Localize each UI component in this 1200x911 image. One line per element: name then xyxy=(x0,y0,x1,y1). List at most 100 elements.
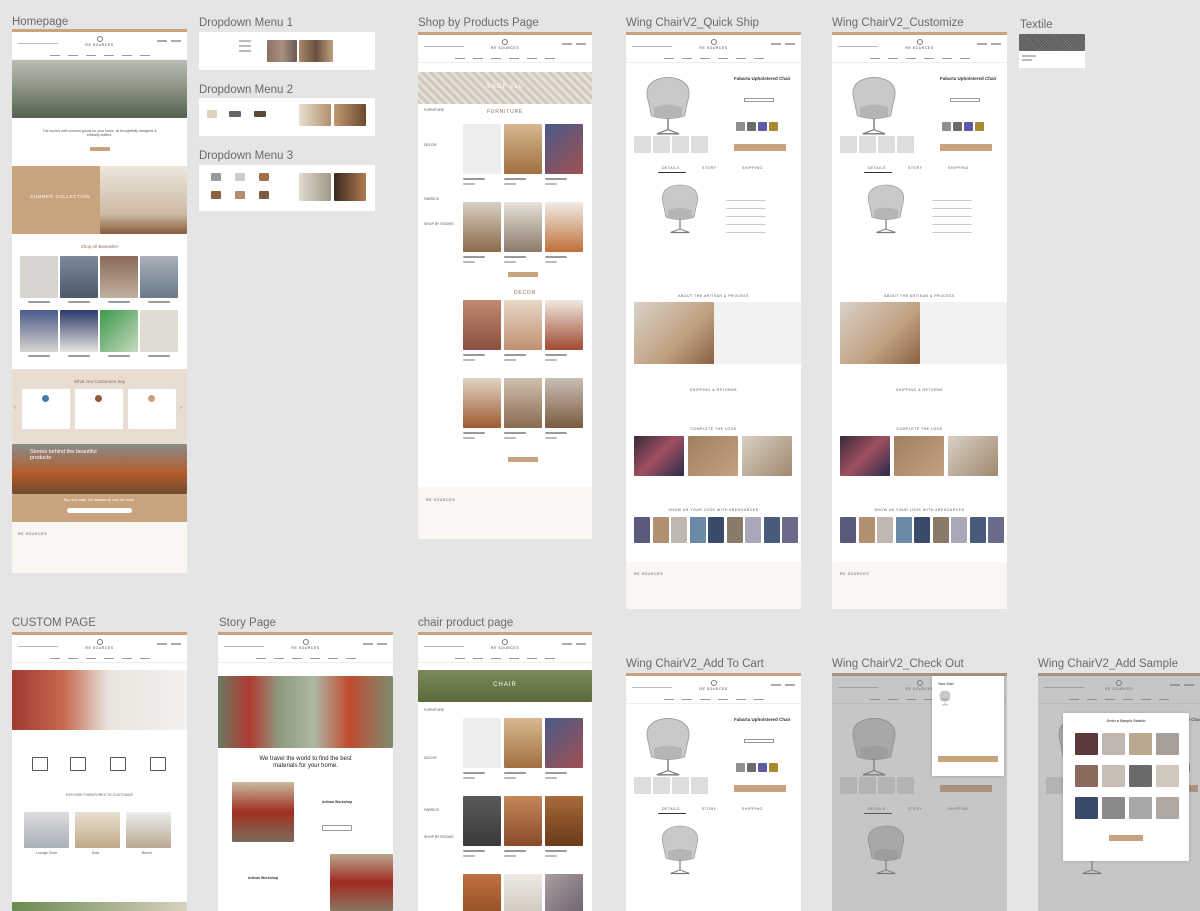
color-swatch[interactable] xyxy=(747,763,756,772)
main-nav[interactable] xyxy=(626,57,801,59)
product-thumbnail[interactable] xyxy=(653,777,670,794)
nav-item[interactable] xyxy=(717,698,728,700)
social-photo[interactable] xyxy=(763,517,780,543)
color-swatch[interactable] xyxy=(964,122,973,131)
product-thumbnail[interactable] xyxy=(634,777,651,794)
frame-title-add-to-cart[interactable]: Wing ChairV2_Add To Cart xyxy=(626,658,764,670)
bestseller-image[interactable] xyxy=(20,256,58,298)
product-card-image[interactable] xyxy=(504,874,542,911)
header-link[interactable] xyxy=(991,43,1001,45)
filter-decor[interactable]: DECOR xyxy=(424,143,437,147)
product-card-image[interactable] xyxy=(545,124,583,174)
sample-swatch[interactable] xyxy=(1075,733,1098,755)
menu-item-chair[interactable] xyxy=(207,110,217,118)
dropdown-menu-1[interactable] xyxy=(199,32,375,70)
dropdown-image[interactable] xyxy=(334,173,366,201)
social-photo[interactable] xyxy=(877,517,893,543)
menu-item[interactable] xyxy=(211,173,221,181)
filter-fabrics[interactable]: FABRICS xyxy=(424,808,439,812)
social-photo[interactable] xyxy=(969,517,986,543)
product-thumbnail[interactable] xyxy=(840,136,857,153)
brand-logo[interactable]: RE SOURCES xyxy=(699,680,727,691)
frame-title-dropdown-3[interactable]: Dropdown Menu 3 xyxy=(199,150,293,162)
frame-title-custom-page[interactable]: CUSTOM PAGE xyxy=(12,617,96,629)
main-nav[interactable] xyxy=(626,698,801,700)
color-swatch[interactable] xyxy=(975,122,984,131)
color-swatch[interactable] xyxy=(758,122,767,131)
nav-item[interactable] xyxy=(905,57,916,59)
header-link[interactable] xyxy=(785,43,795,45)
complete-look-item[interactable] xyxy=(742,436,792,476)
sample-swatch[interactable] xyxy=(1102,797,1125,819)
menu-item[interactable] xyxy=(235,173,245,181)
product-card-title[interactable] xyxy=(504,178,526,180)
nav-item[interactable] xyxy=(887,57,898,59)
complete-look-item[interactable] xyxy=(948,436,998,476)
menu-item-bench[interactable] xyxy=(254,111,266,117)
nav-item[interactable] xyxy=(663,57,674,59)
add-to-cart-button[interactable] xyxy=(734,144,786,151)
view-more-button[interactable] xyxy=(508,457,538,462)
delivery-icon[interactable] xyxy=(150,757,166,771)
product-card-image[interactable] xyxy=(504,202,542,252)
header-link[interactable] xyxy=(771,43,781,45)
brand-logo[interactable]: RE SOURCES xyxy=(699,39,727,50)
order-sample-button[interactable] xyxy=(1109,835,1143,841)
chair-product-frame[interactable]: RE SOURCES CHAIR FURNITURE DECOR FABRICS… xyxy=(418,632,592,911)
frame-title-textile[interactable]: Textile xyxy=(1020,19,1053,31)
bestseller-image[interactable] xyxy=(60,310,98,352)
nav-item[interactable] xyxy=(753,57,764,59)
color-swatch[interactable] xyxy=(736,122,745,131)
main-nav[interactable] xyxy=(12,54,187,56)
hero-shop-button[interactable] xyxy=(90,147,110,151)
chevron-right-icon[interactable]: › xyxy=(180,405,182,411)
sample-modal[interactable]: Order a Sample Swatch xyxy=(1063,713,1189,861)
frame-title-homepage[interactable]: Homepage xyxy=(12,16,68,28)
product-card-title[interactable] xyxy=(504,354,526,356)
product-card-image[interactable] xyxy=(504,378,542,428)
filter-fabrics[interactable]: FABRICS xyxy=(424,197,439,201)
filter-decor[interactable]: DECOR xyxy=(424,756,437,760)
sample-swatch[interactable] xyxy=(1102,765,1125,787)
frame-title-dropdown-2[interactable]: Dropdown Menu 2 xyxy=(199,84,293,96)
newsletter-email-input[interactable] xyxy=(67,508,132,513)
product-thumbnail[interactable] xyxy=(634,136,651,153)
frame-title-quick-ship[interactable]: Wing ChairV2_Quick Ship xyxy=(626,17,759,29)
dropdown-menu-2[interactable] xyxy=(199,98,375,136)
homepage-frame[interactable]: RE SOURCES The world's well sourced good… xyxy=(12,29,187,573)
textile-frame[interactable] xyxy=(1019,34,1085,68)
product-thumbnail[interactable] xyxy=(897,136,914,153)
product-card-title[interactable] xyxy=(504,772,526,774)
story-page-frame[interactable]: RE SOURCES We travel the world to find t… xyxy=(218,632,393,911)
social-photo[interactable] xyxy=(951,517,967,543)
product-card-title[interactable] xyxy=(463,178,485,180)
product-card-image[interactable] xyxy=(463,874,501,911)
checkout-button[interactable] xyxy=(938,756,998,762)
nav-item[interactable] xyxy=(699,57,710,59)
lounge-chair-image[interactable] xyxy=(24,812,69,848)
add-to-cart-button[interactable] xyxy=(940,144,992,151)
sample-swatch[interactable] xyxy=(1156,733,1179,755)
quantity-stepper[interactable] xyxy=(744,739,774,743)
brand-logo[interactable]: RE SOURCES xyxy=(85,36,113,47)
sample-swatch[interactable] xyxy=(1075,765,1098,787)
bestseller-image[interactable] xyxy=(20,310,58,352)
product-card-image[interactable] xyxy=(463,796,501,846)
check-out-frame[interactable]: RE SOURCESFabarta Upholstered ChairDETAI… xyxy=(832,673,1007,911)
cart-drawer[interactable]: Your Cart xyxy=(932,676,1004,776)
social-photo[interactable] xyxy=(932,517,949,543)
dropdown-menu-3[interactable] xyxy=(199,165,375,211)
product-card-title[interactable] xyxy=(504,850,526,852)
filter-rooms[interactable]: SHOP BY ROOMS xyxy=(424,222,454,226)
color-swatch[interactable] xyxy=(769,122,778,131)
social-photo[interactable] xyxy=(634,517,650,543)
complete-look-item[interactable] xyxy=(634,436,684,476)
frame-title-chair-product[interactable]: chair product page xyxy=(418,617,513,629)
bestseller-image[interactable] xyxy=(60,256,98,298)
bestseller-image[interactable] xyxy=(100,256,138,298)
product-thumbnail[interactable] xyxy=(672,777,689,794)
product-thumbnail[interactable] xyxy=(653,136,670,153)
product-card-title[interactable] xyxy=(504,256,526,258)
product-card-title[interactable] xyxy=(545,178,567,180)
add-to-cart-button[interactable] xyxy=(734,785,786,792)
